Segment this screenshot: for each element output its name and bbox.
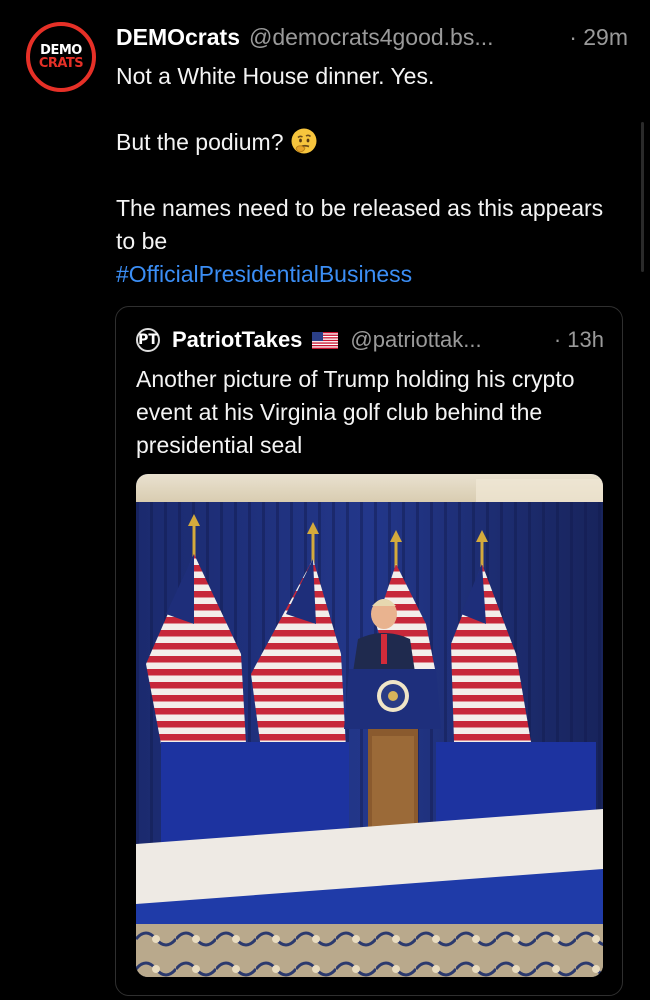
post-paragraph-3-text: The names need to be released as this ap… [116,195,604,254]
post-paragraph-1: Not a White House dinner. Yes. [116,63,435,89]
post-paragraph-2-text: But the podium? [116,129,284,155]
post-timestamp[interactable]: · 29m [569,24,628,51]
post-paragraph-2: But the podium? [116,126,616,159]
post-header: DEMOcrats @democrats4good.bs... · 29m [116,24,628,51]
us-flag-icon [312,331,339,349]
author-handle[interactable]: @democrats4good.bs... [249,24,494,51]
quoted-post-timestamp[interactable]: · 13h [554,327,604,353]
quoted-author-avatar[interactable]: PT [136,328,160,352]
quoted-author-handle[interactable]: @patriottak... [350,327,481,353]
scrollbar[interactable] [641,122,644,272]
avatar-text-crats: CRATS [38,56,84,71]
quoted-post-text: Another picture of Trump holding his cry… [136,366,575,458]
avatar[interactable]: DEMO CRATS [26,22,96,92]
quoted-author-name[interactable]: PatriotTakes [172,327,302,353]
post-body: Not a White House dinner. Yes. But the p… [116,60,616,291]
quoted-post[interactable]: PT PatriotTakes @patriottak... · 13h Ano… [115,306,623,996]
quoted-post-photo[interactable] [136,474,603,977]
post-paragraph-3: The names need to be released as this ap… [116,192,616,291]
podium-photo [136,474,603,977]
thinking-face-icon [291,128,317,154]
hashtag-link[interactable]: #OfficialPresidentialBusiness [116,261,412,287]
author-name[interactable]: DEMOcrats [116,24,240,51]
post[interactable]: DEMO CRATS DEMOcrats @democrats4good.bs.… [0,0,650,1000]
quoted-post-header: PT PatriotTakes @patriottak... · 13h [136,327,604,353]
